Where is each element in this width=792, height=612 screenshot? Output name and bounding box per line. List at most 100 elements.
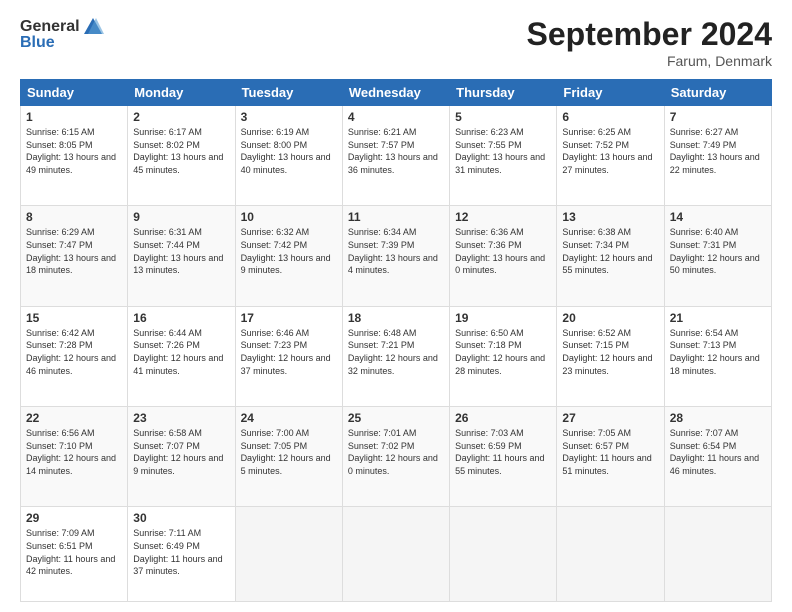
col-thursday: Thursday <box>450 80 557 106</box>
day-num-24: 24 <box>241 411 337 425</box>
header: General Blue September 2024 Farum, Denma… <box>20 16 772 69</box>
day-info-8: Sunrise: 6:29 AMSunset: 7:47 PMDaylight:… <box>26 226 122 276</box>
day-info-30: Sunrise: 7:11 AMSunset: 6:49 PMDaylight:… <box>133 527 229 577</box>
empty-cell <box>664 507 771 602</box>
day-info-19: Sunrise: 6:50 AMSunset: 7:18 PMDaylight:… <box>455 327 551 377</box>
day-info-22: Sunrise: 6:56 AMSunset: 7:10 PMDaylight:… <box>26 427 122 477</box>
day-info-17: Sunrise: 6:46 AMSunset: 7:23 PMDaylight:… <box>241 327 337 377</box>
day-cell-17: 17 Sunrise: 6:46 AMSunset: 7:23 PMDaylig… <box>235 306 342 406</box>
col-sunday: Sunday <box>21 80 128 106</box>
day-num-4: 4 <box>348 110 444 124</box>
day-num-7: 7 <box>670 110 766 124</box>
day-cell-9: 9 Sunrise: 6:31 AMSunset: 7:44 PMDayligh… <box>128 206 235 306</box>
day-num-22: 22 <box>26 411 122 425</box>
day-info-1s: Sunrise: 6:15 AMSunset: 8:05 PMDaylight:… <box>26 126 122 176</box>
header-row: Sunday Monday Tuesday Wednesday Thursday… <box>21 80 772 106</box>
day-num-17: 17 <box>241 311 337 325</box>
week-row-5: 22 Sunrise: 6:56 AMSunset: 7:10 PMDaylig… <box>21 407 772 507</box>
day-cell-12: 12 Sunrise: 6:36 AMSunset: 7:36 PMDaylig… <box>450 206 557 306</box>
day-cell-19: 19 Sunrise: 6:50 AMSunset: 7:18 PMDaylig… <box>450 306 557 406</box>
day-cell-4: 4 Sunrise: 6:21 AMSunset: 7:57 PMDayligh… <box>342 106 449 206</box>
day-info-9: Sunrise: 6:31 AMSunset: 7:44 PMDaylight:… <box>133 226 229 276</box>
title-section: September 2024 Farum, Denmark <box>527 16 772 69</box>
day-info-21: Sunrise: 6:54 AMSunset: 7:13 PMDaylight:… <box>670 327 766 377</box>
day-num-18: 18 <box>348 311 444 325</box>
day-num-11: 11 <box>348 210 444 224</box>
day-info-14: Sunrise: 6:40 AMSunset: 7:31 PMDaylight:… <box>670 226 766 276</box>
day-num-25: 25 <box>348 411 444 425</box>
day-info-29: Sunrise: 7:09 AMSunset: 6:51 PMDaylight:… <box>26 527 122 577</box>
day-cell-16: 16 Sunrise: 6:44 AMSunset: 7:26 PMDaylig… <box>128 306 235 406</box>
day-info-20: Sunrise: 6:52 AMSunset: 7:15 PMDaylight:… <box>562 327 658 377</box>
day-num-29: 29 <box>26 511 122 525</box>
day-info-23: Sunrise: 6:58 AMSunset: 7:07 PMDaylight:… <box>133 427 229 477</box>
day-num-8: 8 <box>26 210 122 224</box>
day-num-23: 23 <box>133 411 229 425</box>
col-saturday: Saturday <box>664 80 771 106</box>
day-info-4: Sunrise: 6:21 AMSunset: 7:57 PMDaylight:… <box>348 126 444 176</box>
day-num-5: 5 <box>455 110 551 124</box>
calendar-table: Sunday Monday Tuesday Wednesday Thursday… <box>20 79 772 602</box>
logo-blue-text: Blue <box>20 34 55 52</box>
day-num-15: 15 <box>26 311 122 325</box>
day-cell-22: 22 Sunrise: 6:56 AMSunset: 7:10 PMDaylig… <box>21 407 128 507</box>
day-cell-3: 3 Sunrise: 6:19 AMSunset: 8:00 PMDayligh… <box>235 106 342 206</box>
day-info-25: Sunrise: 7:01 AMSunset: 7:02 PMDaylight:… <box>348 427 444 477</box>
week-row-3: 8 Sunrise: 6:29 AMSunset: 7:47 PMDayligh… <box>21 206 772 306</box>
logo: General Blue <box>20 16 104 52</box>
day-cell-8: 8 Sunrise: 6:29 AMSunset: 7:47 PMDayligh… <box>21 206 128 306</box>
day-info-12: Sunrise: 6:36 AMSunset: 7:36 PMDaylight:… <box>455 226 551 276</box>
col-monday: Monday <box>128 80 235 106</box>
week-row-4: 15 Sunrise: 6:42 AMSunset: 7:28 PMDaylig… <box>21 306 772 406</box>
day-cell-11: 11 Sunrise: 6:34 AMSunset: 7:39 PMDaylig… <box>342 206 449 306</box>
day-num-21: 21 <box>670 311 766 325</box>
day-info-24: Sunrise: 7:00 AMSunset: 7:05 PMDaylight:… <box>241 427 337 477</box>
day-cell-21: 21 Sunrise: 6:54 AMSunset: 7:13 PMDaylig… <box>664 306 771 406</box>
col-wednesday: Wednesday <box>342 80 449 106</box>
day-info-18: Sunrise: 6:48 AMSunset: 7:21 PMDaylight:… <box>348 327 444 377</box>
day-cell-5: 5 Sunrise: 6:23 AMSunset: 7:55 PMDayligh… <box>450 106 557 206</box>
day-num-13: 13 <box>562 210 658 224</box>
day-info-27: Sunrise: 7:05 AMSunset: 6:57 PMDaylight:… <box>562 427 658 477</box>
day-num-20: 20 <box>562 311 658 325</box>
day-cell-18: 18 Sunrise: 6:48 AMSunset: 7:21 PMDaylig… <box>342 306 449 406</box>
day-cell-23: 23 Sunrise: 6:58 AMSunset: 7:07 PMDaylig… <box>128 407 235 507</box>
day-info-16: Sunrise: 6:44 AMSunset: 7:26 PMDaylight:… <box>133 327 229 377</box>
day-cell-10: 10 Sunrise: 6:32 AMSunset: 7:42 PMDaylig… <box>235 206 342 306</box>
day-cell-15: 15 Sunrise: 6:42 AMSunset: 7:28 PMDaylig… <box>21 306 128 406</box>
day-cell-26: 26 Sunrise: 7:03 AMSunset: 6:59 PMDaylig… <box>450 407 557 507</box>
day-info-11: Sunrise: 6:34 AMSunset: 7:39 PMDaylight:… <box>348 226 444 276</box>
day-cell-6: 6 Sunrise: 6:25 AMSunset: 7:52 PMDayligh… <box>557 106 664 206</box>
day-info-28: Sunrise: 7:07 AMSunset: 6:54 PMDaylight:… <box>670 427 766 477</box>
day-info-10: Sunrise: 6:32 AMSunset: 7:42 PMDaylight:… <box>241 226 337 276</box>
day-cell-7: 7 Sunrise: 6:27 AMSunset: 7:49 PMDayligh… <box>664 106 771 206</box>
empty-cell <box>450 507 557 602</box>
day-info-3: Sunrise: 6:19 AMSunset: 8:00 PMDaylight:… <box>241 126 337 176</box>
empty-cell <box>557 507 664 602</box>
day-info-5: Sunrise: 6:23 AMSunset: 7:55 PMDaylight:… <box>455 126 551 176</box>
day-num-16: 16 <box>133 311 229 325</box>
day-cell-25: 25 Sunrise: 7:01 AMSunset: 7:02 PMDaylig… <box>342 407 449 507</box>
day-cell-28: 28 Sunrise: 7:07 AMSunset: 6:54 PMDaylig… <box>664 407 771 507</box>
day-cell-24: 24 Sunrise: 7:00 AMSunset: 7:05 PMDaylig… <box>235 407 342 507</box>
day-cell-27: 27 Sunrise: 7:05 AMSunset: 6:57 PMDaylig… <box>557 407 664 507</box>
page: General Blue September 2024 Farum, Denma… <box>0 0 792 612</box>
col-tuesday: Tuesday <box>235 80 342 106</box>
day-cell-2: 2 Sunrise: 6:17 AMSunset: 8:02 PMDayligh… <box>128 106 235 206</box>
day-num-10: 10 <box>241 210 337 224</box>
day-num-30: 30 <box>133 511 229 525</box>
day-cell-30: 30 Sunrise: 7:11 AMSunset: 6:49 PMDaylig… <box>128 507 235 602</box>
col-friday: Friday <box>557 80 664 106</box>
empty-cell <box>235 507 342 602</box>
day-num-14: 14 <box>670 210 766 224</box>
day-num-3: 3 <box>241 110 337 124</box>
day-num-12: 12 <box>455 210 551 224</box>
day-info-15: Sunrise: 6:42 AMSunset: 7:28 PMDaylight:… <box>26 327 122 377</box>
day-cell-29: 29 Sunrise: 7:09 AMSunset: 6:51 PMDaylig… <box>21 507 128 602</box>
day-info-7: Sunrise: 6:27 AMSunset: 7:49 PMDaylight:… <box>670 126 766 176</box>
day-num-1s: 1 <box>26 110 122 124</box>
location-subtitle: Farum, Denmark <box>527 53 772 69</box>
day-num-6: 6 <box>562 110 658 124</box>
day-info-6: Sunrise: 6:25 AMSunset: 7:52 PMDaylight:… <box>562 126 658 176</box>
logo-icon <box>82 16 104 38</box>
